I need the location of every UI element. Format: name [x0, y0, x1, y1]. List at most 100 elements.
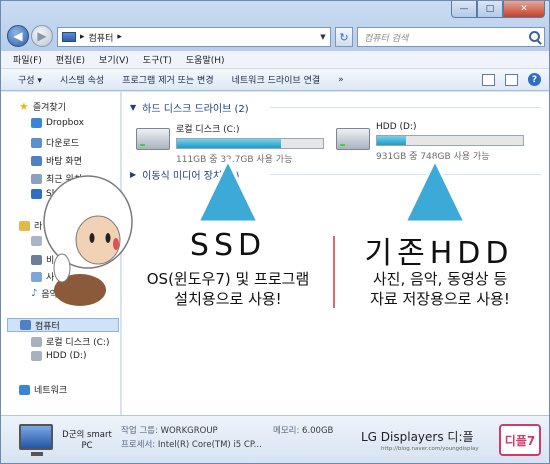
change-view-icon[interactable] — [482, 73, 495, 86]
nav-drive-c[interactable]: 로컬 디스크 (C:) — [31, 335, 109, 348]
maximize-button[interactable]: □ — [477, 1, 503, 18]
group-hard-drives[interactable]: ▼ 하드 디스크 드라이브 (2) — [130, 100, 249, 115]
nav-label: 음악 — [41, 290, 58, 300]
drive-name: HDD (D:) — [376, 122, 417, 132]
nav-recent[interactable]: 최근 위치 — [31, 172, 82, 185]
system-properties-button[interactable]: 시스템 속성 — [51, 73, 113, 86]
brand-url: http://blog.naver.com/youngdisplay — [381, 446, 479, 452]
menu-edit[interactable]: 편집(E) — [56, 53, 85, 66]
drive-icon — [31, 336, 42, 347]
music-icon: ♪ — [31, 288, 38, 299]
hard-disk-icon — [336, 128, 370, 150]
preview-pane-icon[interactable] — [505, 73, 518, 86]
network-icon — [19, 384, 30, 395]
cpu-row: 프로세서: Intel(R) Core(TM) i5 CP... — [121, 438, 262, 450]
group-removable[interactable]: ▶ 이동식 미디어 장치 (2) — [130, 167, 239, 182]
drive-d-tile[interactable]: HDD (D:) 931GB 중 748GB 사용 가능 — [336, 122, 524, 162]
nav-skydrive[interactable]: Sk — [31, 189, 57, 199]
memory-value: 6.00GB — [302, 426, 334, 436]
workgroup-row: 작업 그룹: WORKGROUP — [121, 424, 218, 436]
search-placeholder: 컴퓨터 검색 — [364, 33, 409, 44]
search-input[interactable]: 컴퓨터 검색 — [357, 27, 545, 47]
nav-label: 컴퓨터 — [35, 321, 60, 332]
computer-icon — [62, 32, 76, 42]
nav-lib-pictures[interactable]: 사 — [31, 270, 54, 283]
content-pane: ▼ 하드 디스크 드라이브 (2) 로컬 디스크 (C:) 111GB 중 32… — [122, 92, 549, 415]
group-title: 하드 디스크 드라이브 (2) — [142, 104, 249, 115]
drive-icon — [31, 351, 42, 361]
back-button[interactable]: ◀ — [7, 25, 29, 47]
nav-label: 바탕 화면 — [46, 157, 82, 167]
refresh-button[interactable]: ↻ — [335, 27, 353, 47]
collapse-icon: ▶ — [130, 170, 137, 179]
close-button[interactable]: ✕ — [503, 1, 545, 18]
view-controls: ? — [482, 73, 541, 86]
nav-label: 네트워크 — [34, 386, 68, 396]
usage-fill — [177, 139, 281, 148]
nav-lib-video[interactable]: 비 — [31, 253, 54, 266]
nav-libraries[interactable]: 라 — [19, 219, 42, 232]
nav-computer[interactable]: 컴퓨터 — [7, 318, 119, 332]
nav-label: 로컬 디스크 (C:) — [46, 338, 110, 348]
address-separator[interactable]: ▸ — [80, 32, 85, 42]
nav-desktop[interactable]: 바탕 화면 — [31, 154, 82, 167]
usage-bar — [376, 135, 524, 146]
help-icon[interactable]: ? — [528, 73, 541, 86]
menu-bar: 파일(F) 편집(E) 보기(V) 도구(T) 도움말(H) — [1, 51, 549, 69]
drive-info: 로컬 디스크 (C:) 111GB 중 32.7GB 사용 가능 — [176, 122, 324, 165]
library-icon — [19, 220, 30, 231]
address-path[interactable]: 컴퓨터 — [89, 31, 114, 44]
nav-drive-d[interactable]: HDD (D:) — [31, 351, 86, 361]
menu-file[interactable]: 파일(F) — [13, 53, 42, 66]
star-icon: ★ — [19, 100, 29, 113]
group-title: 이동식 미디어 장치 (2) — [142, 171, 240, 182]
monitor-stand — [31, 452, 43, 456]
explorer-window: — □ ✕ ◀ ▶ ▸ 컴퓨터 ▸ ▼ ↻ 컴퓨터 검색 파일(F) 편집(E)… — [0, 0, 550, 464]
nav-label: 다운로드 — [46, 139, 80, 149]
nav-label: HDD (D:) — [46, 351, 87, 361]
memory-row: 메모리: 6.00GB — [273, 424, 333, 436]
minimize-button[interactable]: — — [451, 1, 477, 18]
menu-tools[interactable]: 도구(T) — [143, 53, 172, 66]
video-icon — [31, 254, 42, 265]
nav-lib-music[interactable]: ♪ 음악 — [31, 287, 58, 300]
drive-info: HDD (D:) 931GB 중 748GB 사용 가능 — [376, 122, 524, 162]
workgroup-label: 작업 그룹: — [121, 426, 158, 436]
menu-view[interactable]: 보기(V) — [99, 53, 129, 66]
command-bar: 구성 ▾ 시스템 속성 프로그램 제거 또는 변경 네트워크 드라이브 연결 »… — [1, 69, 549, 91]
computer-icon — [20, 320, 31, 330]
search-icon[interactable] — [529, 31, 540, 42]
nav-lib-item[interactable] — [31, 236, 42, 246]
dropbox-icon — [31, 118, 42, 128]
brand-title: LG Displayers 디:플 — [361, 430, 474, 444]
more-commands-button[interactable]: » — [329, 75, 353, 85]
nav-dropbox[interactable]: Dropbox — [31, 118, 84, 128]
nav-favorites[interactable]: ★ 즐겨찾기 — [19, 100, 66, 113]
drive-c-tile[interactable]: 로컬 디스크 (C:) 111GB 중 32.7GB 사용 가능 — [136, 122, 324, 165]
nav-label: 라 — [34, 222, 43, 232]
nav-label: Sk — [46, 189, 57, 199]
document-icon — [31, 236, 42, 246]
cpu-value: Intel(R) Core(TM) i5 CP... — [157, 440, 262, 450]
nav-label: 사 — [46, 273, 55, 283]
address-bar[interactable]: ▸ 컴퓨터 ▸ ▼ — [57, 27, 331, 47]
uninstall-program-button[interactable]: 프로그램 제거 또는 변경 — [113, 73, 222, 86]
address-separator[interactable]: ▸ — [117, 32, 122, 42]
nav-network[interactable]: 네트워크 — [19, 383, 67, 396]
map-network-drive-button[interactable]: 네트워크 드라이브 연결 — [223, 73, 330, 86]
memory-label: 메모리: — [273, 426, 300, 436]
organize-button[interactable]: 구성 ▾ — [9, 73, 51, 86]
expand-icon: ▼ — [130, 103, 137, 112]
chevron-down-icon[interactable]: ▼ — [316, 33, 330, 41]
workgroup-value: WORKGROUP — [160, 426, 218, 436]
pc-name: D군의 smart PC — [62, 430, 112, 451]
group-divider — [270, 107, 541, 108]
menu-help[interactable]: 도움말(H) — [186, 53, 225, 66]
nav-downloads[interactable]: 다운로드 — [31, 136, 79, 149]
download-icon — [31, 137, 42, 148]
forward-button[interactable]: ▶ — [31, 25, 53, 47]
usage-bar — [176, 138, 324, 149]
nav-label: Dropbox — [46, 118, 84, 128]
drive-name: 로컬 디스크 (C:) — [176, 125, 240, 135]
caption-buttons: — □ ✕ — [451, 1, 545, 18]
